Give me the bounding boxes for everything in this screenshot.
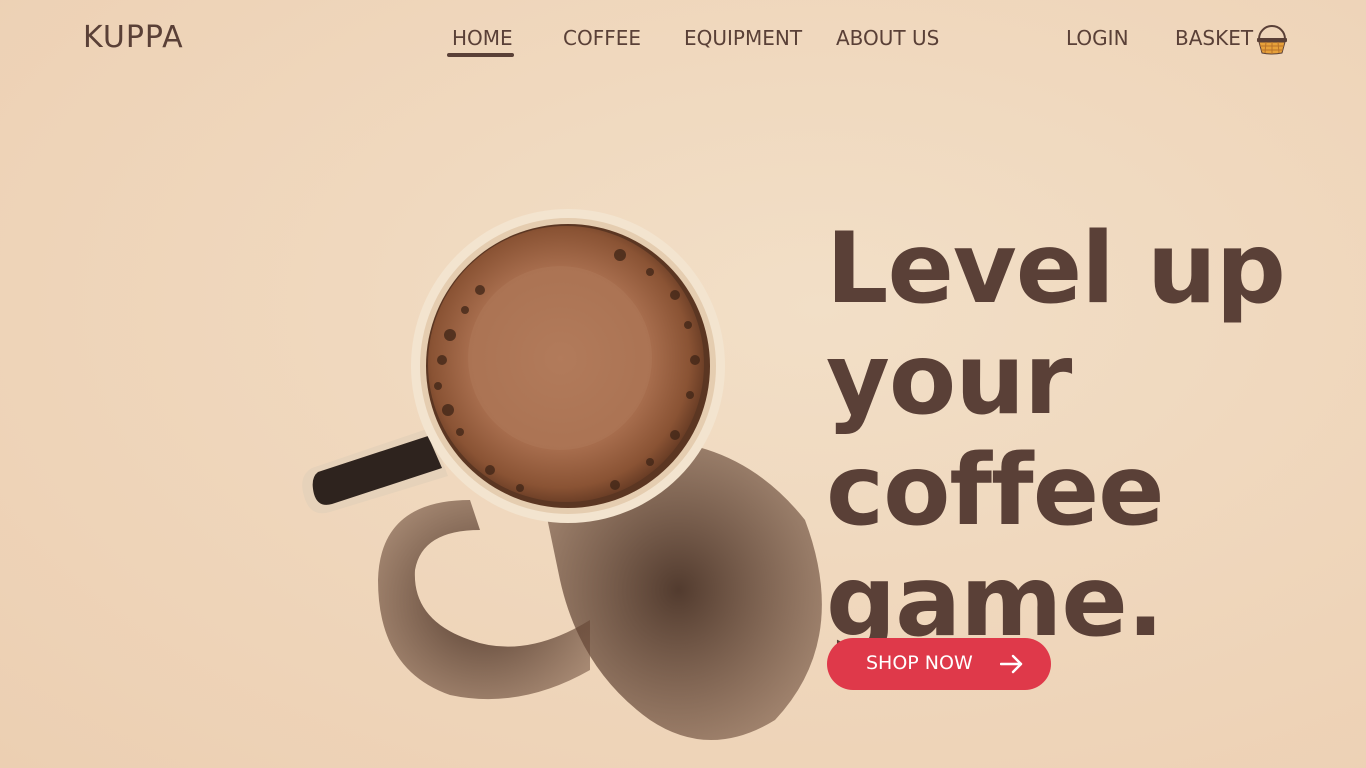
brand-logo[interactable]: KUPPA xyxy=(83,20,184,55)
arrow-right-icon xyxy=(1000,654,1023,674)
nav-equipment-link[interactable]: EQUIPMENT xyxy=(684,26,802,50)
nav-about-us-link[interactable]: ABOUT US xyxy=(836,26,939,50)
basket-link[interactable]: BASKET xyxy=(1175,26,1253,50)
basket-icon[interactable] xyxy=(1255,22,1289,56)
nav-coffee-link[interactable]: COFFEE xyxy=(563,26,641,50)
shop-now-button[interactable]: SHOP NOW xyxy=(827,638,1051,690)
shop-now-label: SHOP NOW xyxy=(866,652,973,674)
active-nav-indicator xyxy=(447,53,514,57)
headline-line: your xyxy=(826,322,1072,437)
hero-headline: Level up your coffee game. xyxy=(826,211,1346,658)
headline-line: Level up xyxy=(826,211,1286,326)
headline-line: coffee xyxy=(826,433,1165,548)
login-link[interactable]: LOGIN xyxy=(1066,26,1129,50)
hero-coffee-mug-image xyxy=(302,209,822,740)
nav-home-link[interactable]: HOME xyxy=(452,26,513,50)
